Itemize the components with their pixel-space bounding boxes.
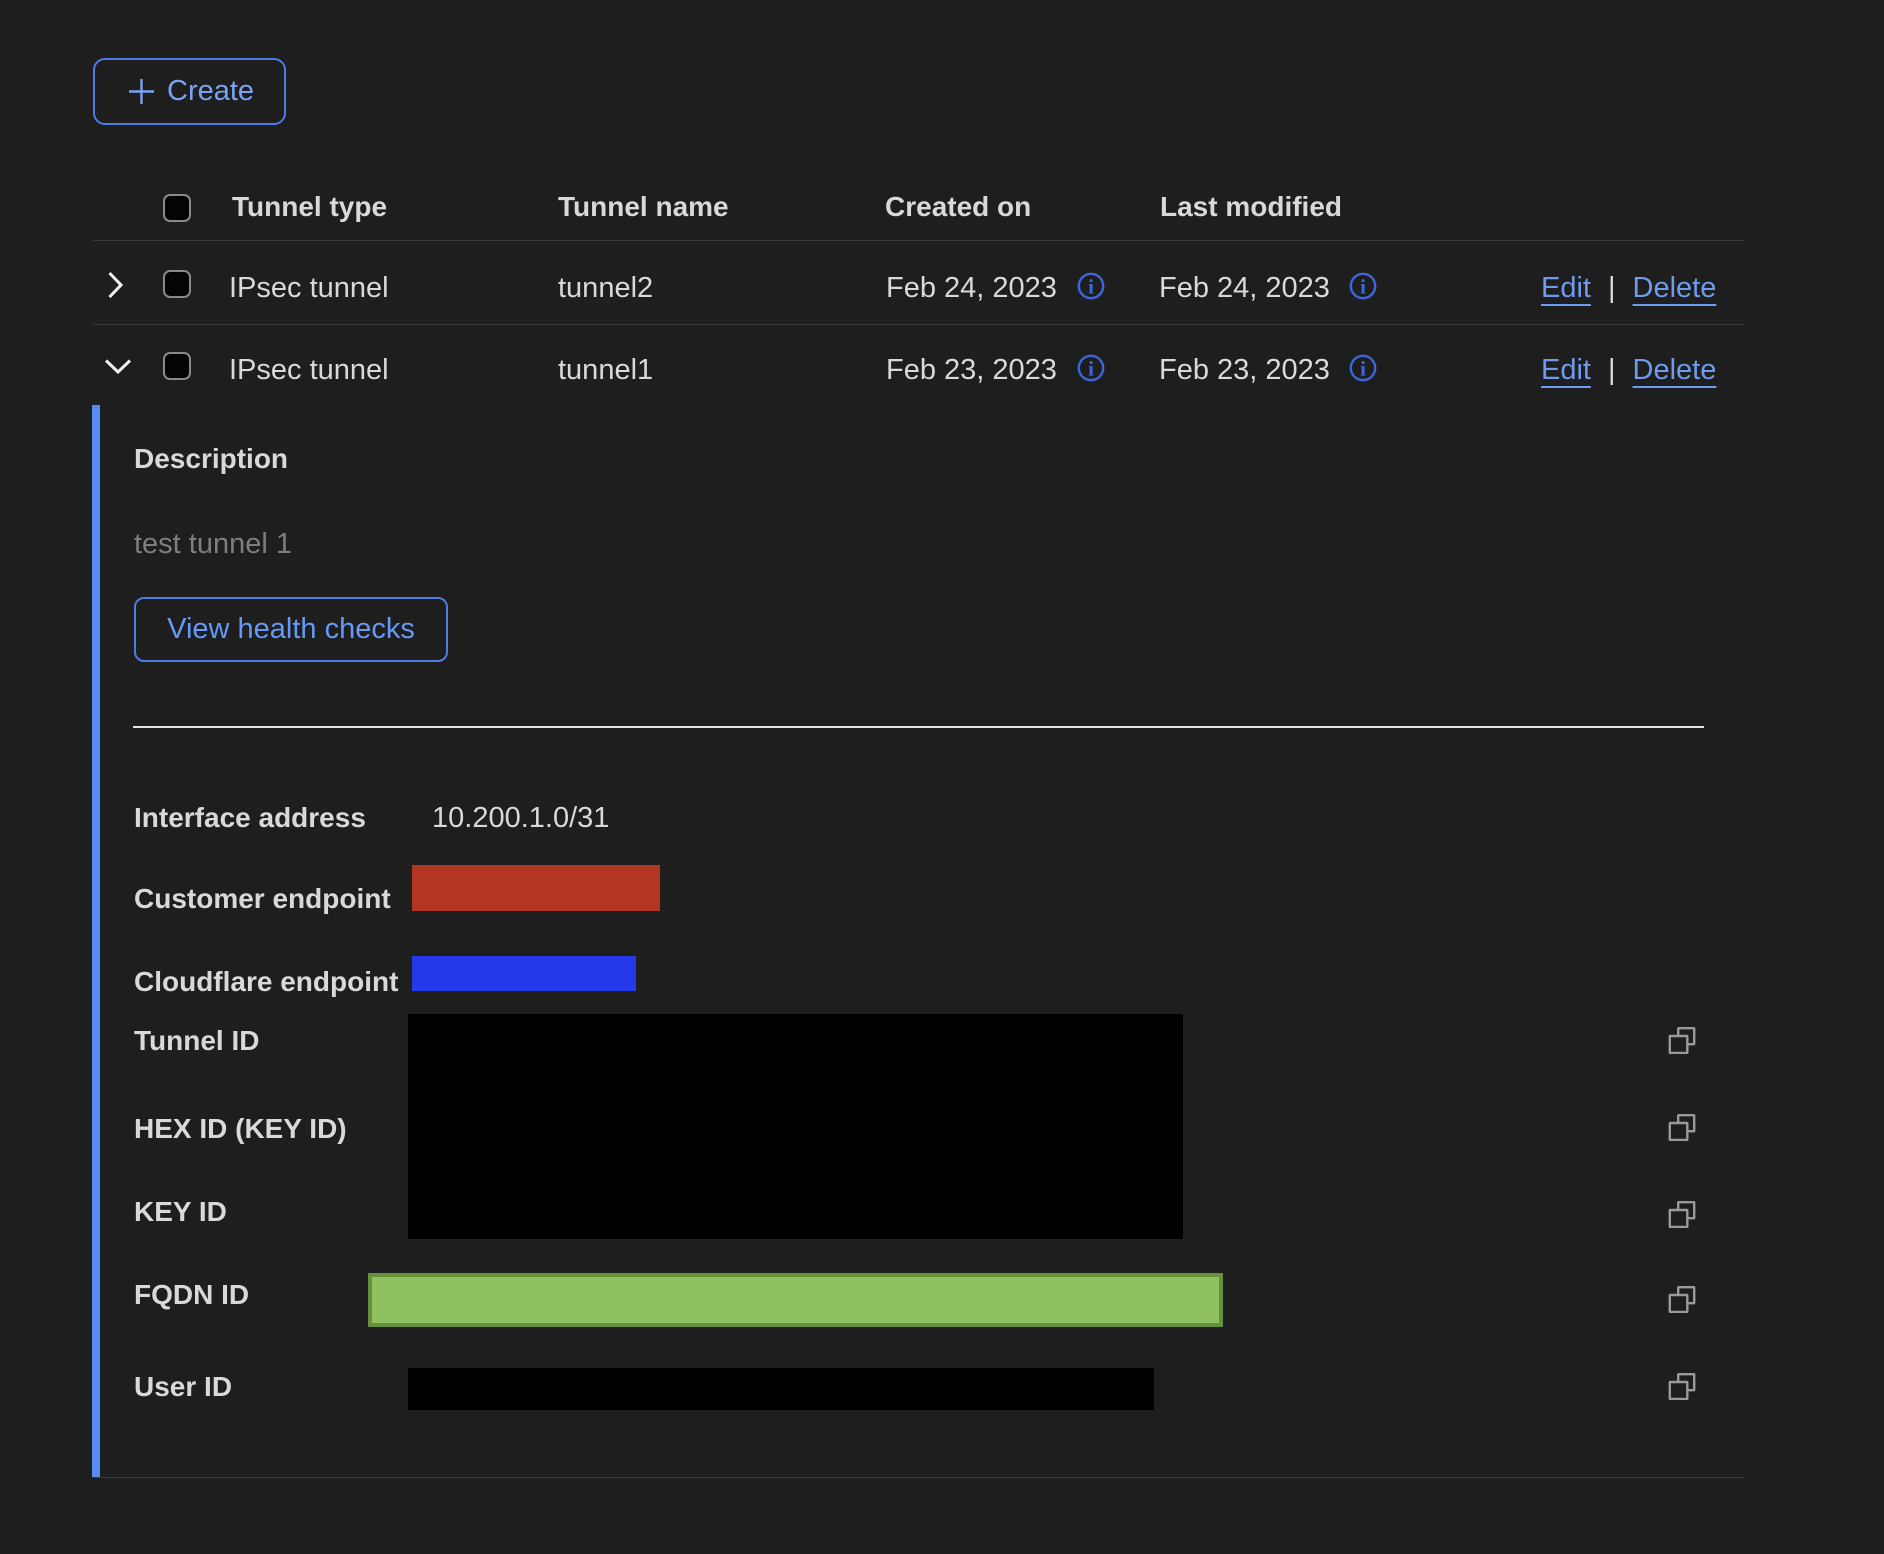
svg-text:i: i [1088, 357, 1094, 381]
svg-text:i: i [1088, 275, 1094, 299]
svg-text:i: i [1360, 275, 1366, 299]
svg-text:i: i [1360, 357, 1366, 381]
